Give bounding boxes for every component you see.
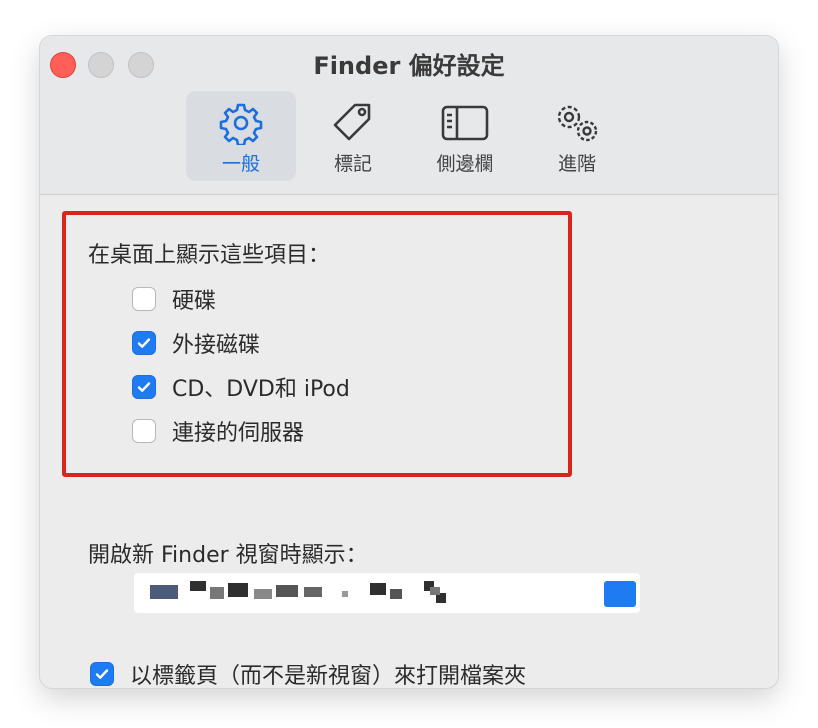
window-title: Finder 偏好設定 xyxy=(313,52,505,80)
tab-advanced-label: 進階 xyxy=(557,153,596,175)
checkbox-row-hard-disks[interactable]: 硬碟 xyxy=(132,283,216,315)
hard-disks-checkbox[interactable] xyxy=(132,287,156,311)
external-disks-checkbox[interactable] xyxy=(132,331,156,355)
tab-tags-label: 標記 xyxy=(333,153,372,175)
tab-advanced[interactable]: 進階 xyxy=(522,91,632,181)
obscured-text xyxy=(190,581,206,591)
checkmark-icon xyxy=(137,382,151,392)
general-pane: 在桌面上顯示這些項目： 硬碟 外接磁碟 CD、DVD和 iPod 連接的伺服器 … xyxy=(40,195,778,688)
tag-icon xyxy=(298,101,408,145)
tab-sidebar-label: 側邊欄 xyxy=(436,153,494,175)
obscured-text xyxy=(430,587,440,595)
popup-chevron-icon[interactable] xyxy=(604,581,636,607)
obscured-text xyxy=(276,585,298,597)
checkmark-icon xyxy=(137,338,151,348)
tab-general[interactable]: 一般 xyxy=(186,91,296,181)
new-window-location-popup[interactable] xyxy=(134,573,640,613)
checkbox-row-open-in-tabs[interactable]: 以標籤頁（而不是新視窗）來打開檔案夾 xyxy=(90,658,526,688)
obscured-text xyxy=(370,583,386,595)
obscured-text xyxy=(228,583,248,597)
hard-disks-label: 硬碟 xyxy=(172,289,217,314)
new-window-label: 開啟新 Finder 視窗時顯示： xyxy=(88,543,368,568)
connected-servers-checkbox[interactable] xyxy=(132,419,156,443)
tab-general-label: 一般 xyxy=(221,153,260,175)
finder-preferences-window: Finder 偏好設定 一般 標記 側邊欄 進階 在桌面上顯示這些項目： 硬碟 … xyxy=(40,36,778,688)
external-disks-label: 外接磁碟 xyxy=(172,333,261,358)
checkbox-row-external-disks[interactable]: 外接磁碟 xyxy=(132,327,260,359)
obscured-text xyxy=(342,591,348,597)
gears-icon xyxy=(522,101,632,145)
open-folders-in-tabs-checkbox[interactable] xyxy=(90,662,114,686)
tab-tags[interactable]: 標記 xyxy=(298,91,408,181)
tab-sidebar[interactable]: 側邊欄 xyxy=(410,91,520,181)
folder-icon xyxy=(150,585,178,599)
obscured-text xyxy=(390,589,402,599)
cds-dvds-ipods-checkbox[interactable] xyxy=(132,375,156,399)
sidebar-icon xyxy=(410,101,520,145)
obscured-text xyxy=(254,589,272,599)
connected-servers-label: 連接的伺服器 xyxy=(172,421,305,446)
obscured-text xyxy=(210,587,224,599)
checkbox-row-cds-dvds-ipods[interactable]: CD、DVD和 iPod xyxy=(132,371,350,403)
desktop-items-label: 在桌面上顯示這些項目： xyxy=(88,243,331,268)
obscured-text xyxy=(304,587,322,597)
cds-dvds-ipods-label: CD、DVD和 iPod xyxy=(172,377,350,402)
open-folders-in-tabs-label: 以標籤頁（而不是新視窗）來打開檔案夾 xyxy=(130,664,527,688)
toolbar: Finder 偏好設定 一般 標記 側邊欄 進階 xyxy=(40,36,778,195)
checkmark-icon xyxy=(95,669,109,679)
checkbox-row-connected-servers[interactable]: 連接的伺服器 xyxy=(132,415,304,447)
gear-icon xyxy=(186,101,296,145)
